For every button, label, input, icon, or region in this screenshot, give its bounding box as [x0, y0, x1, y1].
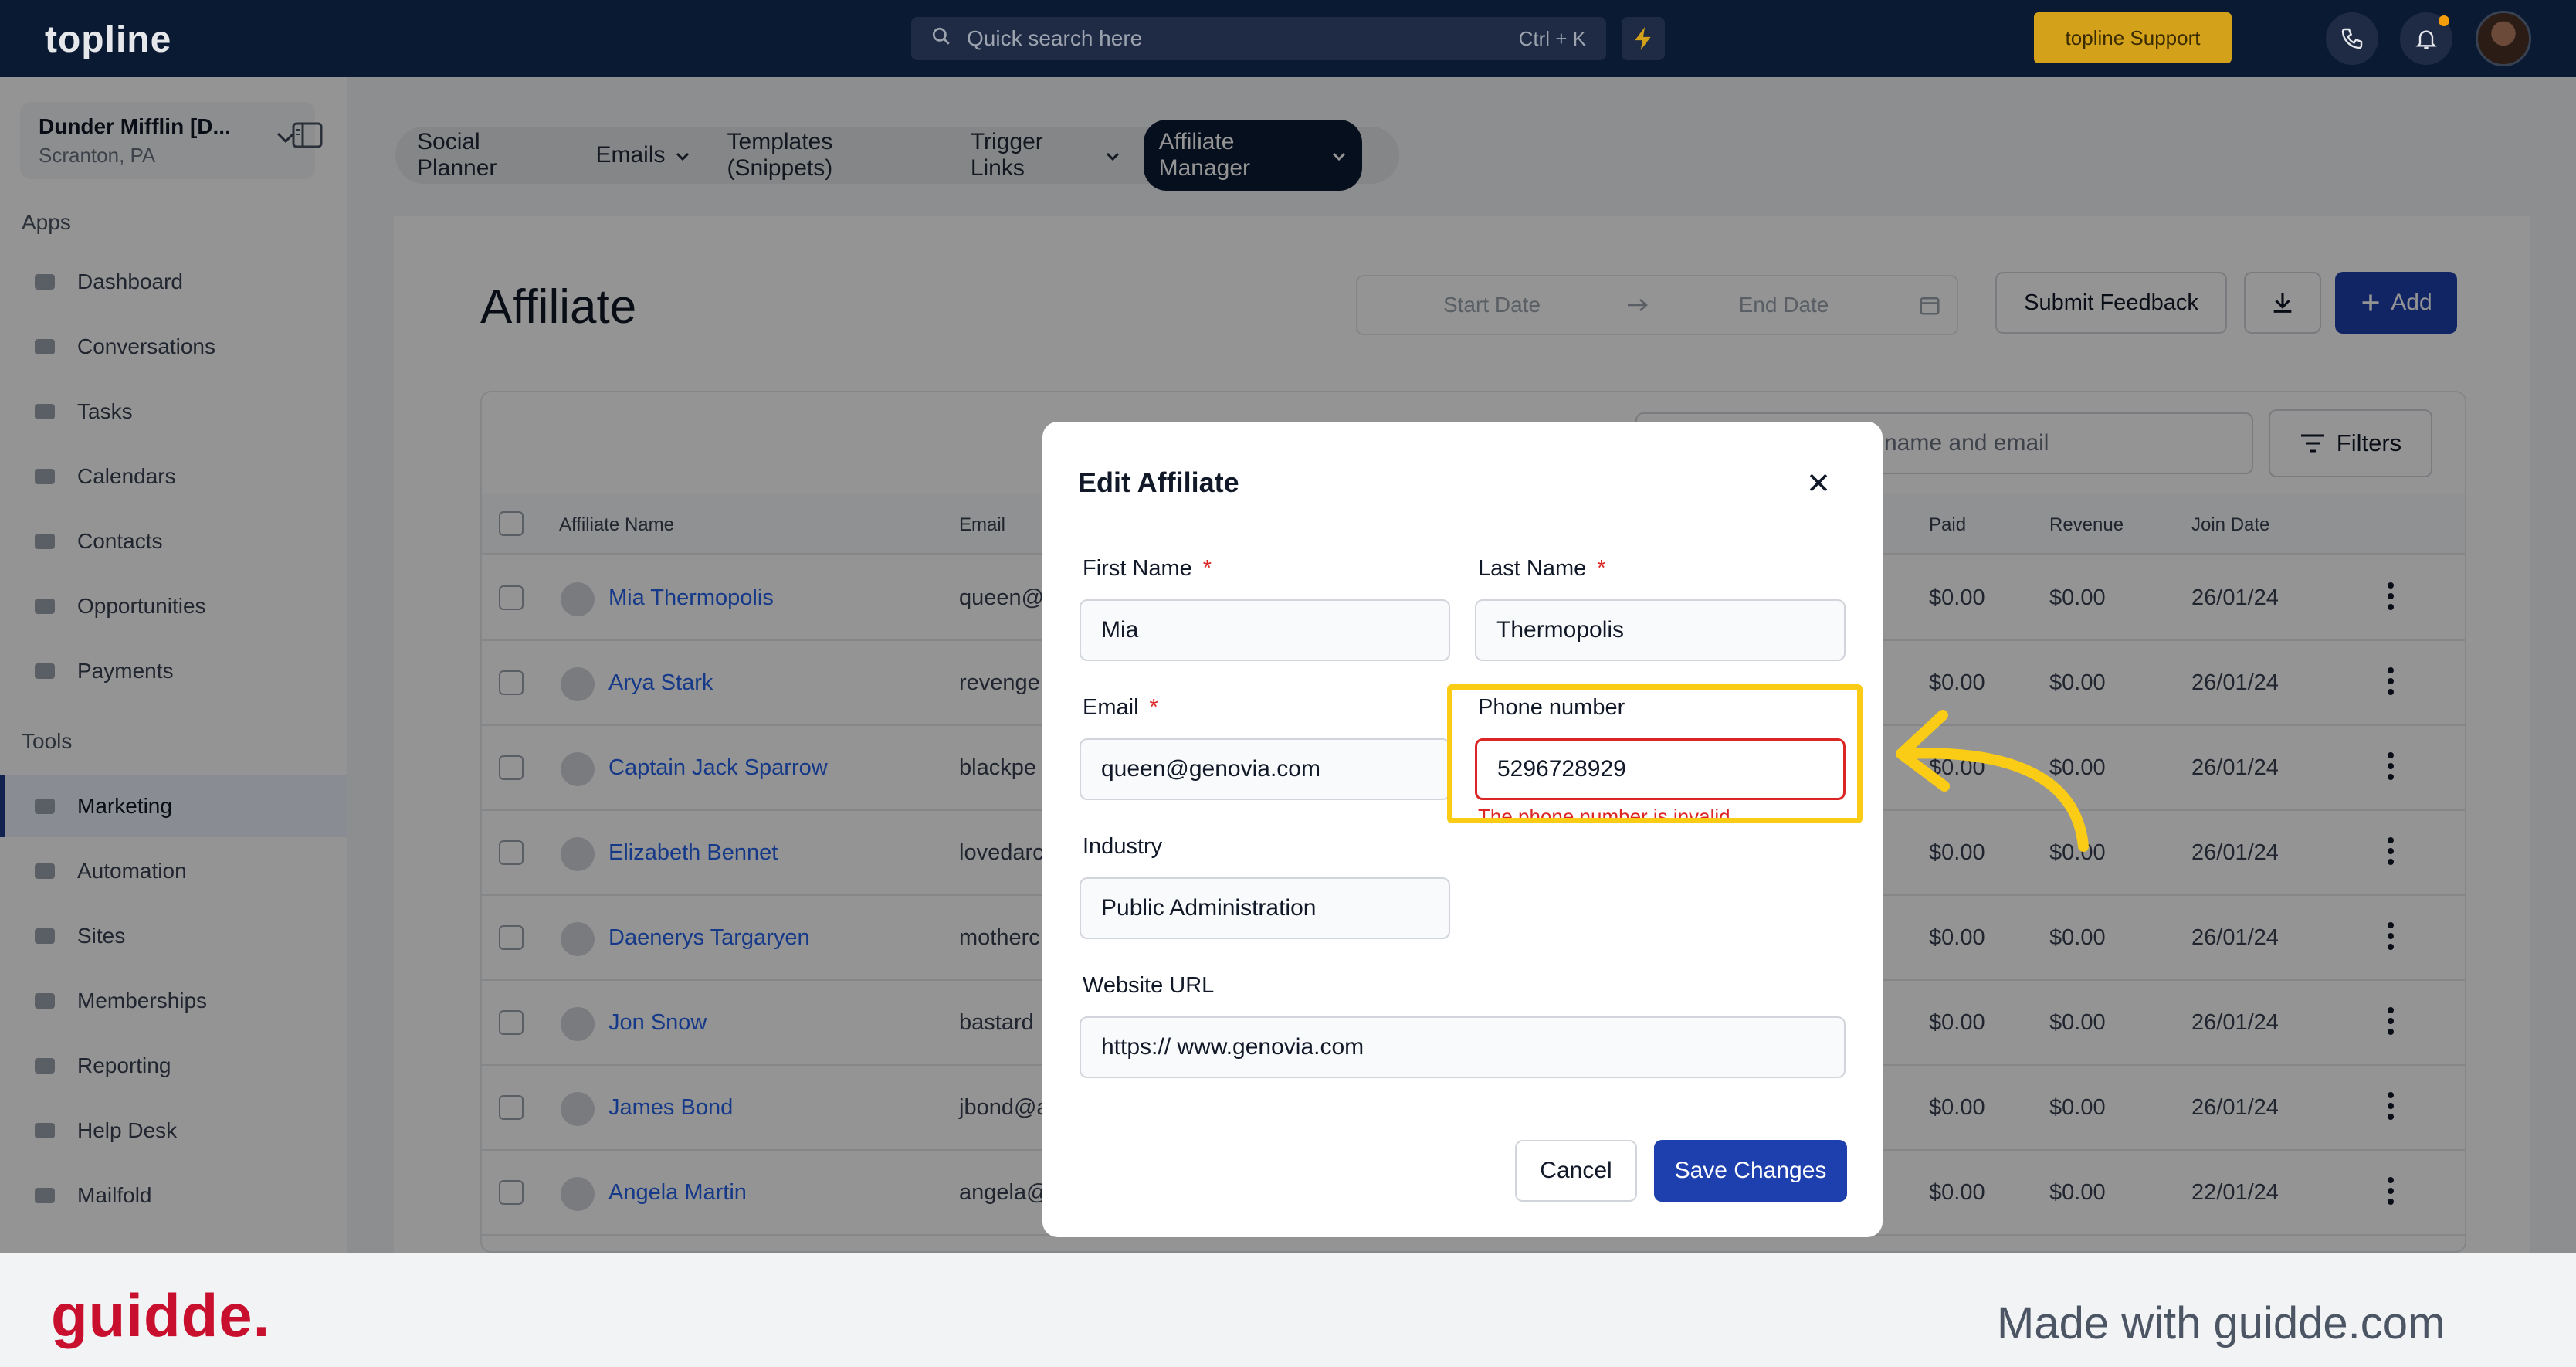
website-url-value: https:// www.genovia.com: [1101, 1034, 1364, 1060]
save-changes-button[interactable]: Save Changes: [1654, 1140, 1847, 1202]
email-value: queen@genovia.com: [1101, 756, 1320, 782]
cancel-label: Cancel: [1540, 1158, 1612, 1183]
topline-logo[interactable]: topline: [45, 19, 171, 61]
search-shortcut: Ctrl + K: [1518, 26, 1586, 50]
made-with-text: Made with guidde.com: [1997, 1298, 2446, 1348]
search-placeholder: Quick search here: [967, 26, 1143, 50]
quick-search[interactable]: Quick search here Ctrl + K: [911, 17, 1606, 60]
quick-actions-button[interactable]: [1622, 17, 1665, 60]
phone-icon: [2341, 28, 2363, 49]
first-name-value: Mia: [1101, 617, 1139, 643]
first-name-input[interactable]: Mia: [1080, 599, 1450, 661]
search-icon: [931, 26, 951, 52]
pointer-arrow-icon: [1896, 710, 2089, 852]
website-url-label: Website URL: [1083, 973, 1215, 998]
email-label: Email *: [1083, 695, 1158, 720]
save-changes-label: Save Changes: [1674, 1158, 1827, 1183]
bell-icon: [2415, 30, 2437, 49]
last-name-label: Last Name *: [1478, 556, 1606, 581]
support-button[interactable]: topline Support: [2034, 12, 2232, 63]
user-avatar[interactable]: [2476, 11, 2531, 66]
edit-affiliate-modal: Edit Affiliate First Name * Mia Last Name…: [1042, 422, 1883, 1237]
last-name-input[interactable]: Thermopolis: [1475, 599, 1846, 661]
top-bar: topline Quick search here Ctrl + K topli…: [0, 0, 2576, 77]
first-name-label: First Name *: [1083, 556, 1212, 581]
email-input[interactable]: queen@genovia.com: [1080, 738, 1450, 800]
close-icon[interactable]: [1805, 470, 1832, 496]
guidde-footer: guidde. Made with guidde.com: [0, 1253, 2576, 1367]
industry-value: Public Administration: [1101, 895, 1317, 921]
support-label: topline Support: [2065, 25, 2201, 49]
lightning-icon: [1635, 27, 1651, 50]
cancel-button[interactable]: Cancel: [1515, 1140, 1637, 1202]
industry-label: Industry: [1083, 834, 1163, 859]
industry-select[interactable]: Public Administration: [1080, 877, 1450, 939]
website-url-input[interactable]: https:// www.genovia.com: [1080, 1016, 1846, 1078]
guidde-logo: guidde.: [51, 1281, 271, 1349]
phone-field-highlight: [1447, 684, 1863, 823]
modal-title: Edit Affiliate: [1078, 466, 1239, 498]
phone-button[interactable]: [2326, 12, 2378, 65]
notification-dot: [2439, 15, 2449, 26]
last-name-value: Thermopolis: [1496, 617, 1625, 643]
